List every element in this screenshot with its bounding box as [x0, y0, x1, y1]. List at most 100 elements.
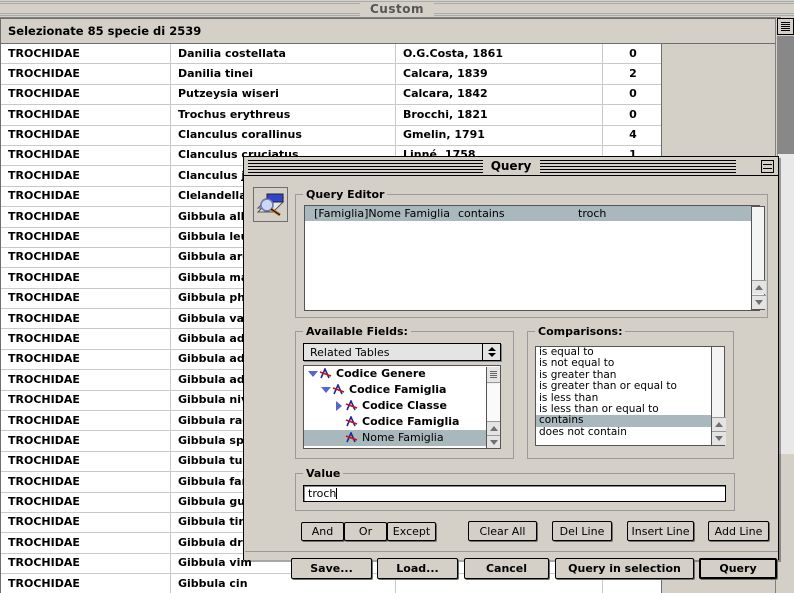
value-input[interactable]: troch — [303, 485, 726, 502]
updown-arrows-icon[interactable] — [482, 344, 500, 360]
button-separator — [245, 551, 778, 552]
cell-family: TROCHIDAE — [1, 512, 171, 533]
cell-family: TROCHIDAE — [1, 227, 171, 248]
comparisons-scrollbar[interactable] — [711, 346, 726, 446]
cell-species: Trochus erythreus — [171, 104, 396, 126]
cell-family: TROCHIDAE — [1, 410, 171, 431]
available-fields-group: Available Fields: Related Tables Codice … — [295, 325, 514, 459]
table-row[interactable]: TROCHIDAE Trochus erythreus Brocchi, 1821 0 — [1, 104, 663, 126]
value-group: Value troch — [295, 467, 735, 511]
query-editor-group: Query Editor [Famiglia]Nome Famiglia cont… — [295, 188, 768, 318]
fields-tree-scroll-track[interactable] — [487, 384, 500, 421]
fields-scroll-down-arrow-icon[interactable] — [487, 435, 500, 448]
add-line-button[interactable]: Add Line — [708, 521, 769, 541]
field-tree-node[interactable]: Codice Famiglia — [304, 382, 500, 398]
query-in-selection-button[interactable]: Query in selection — [555, 558, 694, 579]
related-tables-dropdown[interactable]: Related Tables — [303, 343, 501, 361]
cell-species: Danilia tinei — [171, 63, 396, 85]
text-field-icon — [345, 431, 358, 443]
cell-family: TROCHIDAE — [1, 430, 171, 452]
window-title-bar[interactable]: Custom — [0, 0, 794, 17]
title-stripes-right — [540, 160, 736, 173]
collapse-box-icon[interactable] — [761, 160, 774, 173]
query-button[interactable]: Query — [699, 558, 777, 579]
cell-family: TROCHIDAE — [1, 165, 171, 187]
twisty-right-icon[interactable] — [332, 401, 345, 411]
field-tree-node[interactable]: Codice Genere — [304, 366, 500, 382]
field-tree-label: Codice Genere — [336, 367, 426, 380]
scrollbar-track-upper[interactable] — [777, 36, 794, 154]
value-legend: Value — [303, 467, 344, 480]
del-line-button[interactable]: Del Line — [552, 521, 612, 541]
cell-family: TROCHIDAE — [1, 451, 171, 472]
cell-family: TROCHIDAE — [1, 471, 171, 493]
cell-species: Clanculus corallinus — [171, 125, 396, 146]
field-tree-node[interactable]: Nome Famiglia — [304, 430, 500, 446]
load-button[interactable]: Load... — [377, 558, 458, 579]
query-dialog-title: Query — [482, 159, 540, 173]
insert-line-button[interactable]: Insert Line — [627, 521, 694, 541]
cell-author: Calcara, 1842 — [396, 84, 603, 105]
cell-species: Danilia costellata — [171, 44, 396, 64]
text-field-icon — [332, 383, 346, 396]
available-fields-legend: Available Fields: — [303, 325, 411, 338]
query-line-comparison: contains — [458, 207, 505, 220]
comparisons-group: Comparisons: is equal to is not equal to i… — [527, 325, 734, 459]
table-row[interactable]: TROCHIDAE Danilia costellata O.G.Costa, 18… — [1, 44, 663, 65]
cell-family: TROCHIDAE — [1, 492, 171, 513]
text-field-icon — [319, 367, 332, 379]
fields-tree-scrollbar[interactable] — [486, 367, 500, 448]
query-line[interactable]: [Famiglia]Nome Famiglia contains troch — [305, 206, 759, 221]
fields-tree[interactable]: Codice Genere Codice Famiglia Codice Class… — [303, 365, 501, 449]
comparisons-scroll-down-arrow-icon[interactable] — [712, 431, 726, 445]
selection-status-text: Selezionate 85 specie di 2539 — [8, 24, 202, 38]
or-button[interactable]: Or — [344, 522, 387, 541]
related-tables-value: Related Tables — [310, 345, 390, 359]
value-input-text: troch — [308, 487, 337, 500]
fields-scroll-up-arrow-icon[interactable] — [487, 421, 500, 435]
query-editor-list[interactable]: [Famiglia]Nome Famiglia contains troch — [304, 205, 760, 311]
table-row[interactable]: TROCHIDAE Clanculus corallinus Gmelin, 179… — [1, 125, 663, 146]
query-magnifier-icon — [253, 187, 288, 222]
scroll-down-arrow-icon[interactable] — [752, 295, 766, 309]
selection-status-bar: Selezionate 85 specie di 2539 — [0, 18, 780, 44]
cell-species: Putzeysia wiseri — [171, 84, 396, 105]
cell-family: TROCHIDAE — [1, 186, 171, 207]
and-button[interactable]: And — [301, 522, 344, 541]
text-field-icon — [345, 415, 358, 427]
cell-family: TROCHIDAE — [1, 308, 171, 329]
scroll-up-arrow-icon[interactable] — [752, 280, 766, 294]
cancel-button[interactable]: Cancel — [464, 558, 549, 579]
scrollbar-thumb[interactable] — [777, 18, 794, 35]
cell-family: TROCHIDAE — [1, 125, 171, 146]
twisty-down-icon[interactable] — [306, 371, 319, 377]
twisty-down-icon[interactable] — [319, 387, 332, 393]
fields-tree-scroll-thumb[interactable] — [487, 367, 500, 383]
clear-all-button[interactable]: Clear All — [468, 521, 537, 541]
table-row[interactable]: TROCHIDAE Danilia tinei Calcara, 1839 2 — [1, 63, 663, 85]
comparison-item[interactable]: is greater than or equal to — [536, 380, 724, 392]
comparisons-scroll-up-arrow-icon[interactable] — [712, 417, 726, 431]
cell-family: TROCHIDAE — [1, 390, 171, 411]
field-tree-label: Codice Famiglia — [362, 415, 460, 428]
cell-count: 4 — [629, 128, 637, 142]
save-button[interactable]: Save... — [291, 558, 372, 579]
field-tree-node[interactable]: Codice Classe — [304, 398, 500, 414]
cell-author: Brocchi, 1821 — [396, 104, 603, 126]
cell-family: TROCHIDAE — [1, 288, 171, 309]
scrollbar-track-lower[interactable] — [777, 154, 794, 454]
comparisons-list[interactable]: is equal to is not equal to is greater tha… — [535, 346, 725, 446]
query-editor-scrollbar[interactable] — [751, 206, 766, 310]
table-row[interactable]: TROCHIDAE Putzeysia wiseri Calcara, 1842 0 — [1, 84, 663, 106]
except-button[interactable]: Except — [387, 522, 436, 541]
query-dialog-title-bar[interactable]: Query — [244, 157, 778, 176]
cell-family: TROCHIDAE — [1, 206, 171, 228]
comparison-item[interactable]: does not contain — [536, 426, 724, 438]
custom-window: Custom Selezionate 85 specie di 2539 TRO… — [0, 0, 794, 593]
cell-family: TROCHIDAE — [1, 369, 171, 391]
field-tree-node[interactable]: Codice Famiglia — [304, 414, 500, 430]
cell-family: TROCHIDAE — [1, 328, 171, 350]
query-dialog: Query Query Editor [Famiglia]Nome Famigl… — [243, 156, 779, 579]
scrollbar-grip-icon — [781, 22, 790, 31]
comparisons-legend: Comparisons: — [535, 325, 626, 338]
